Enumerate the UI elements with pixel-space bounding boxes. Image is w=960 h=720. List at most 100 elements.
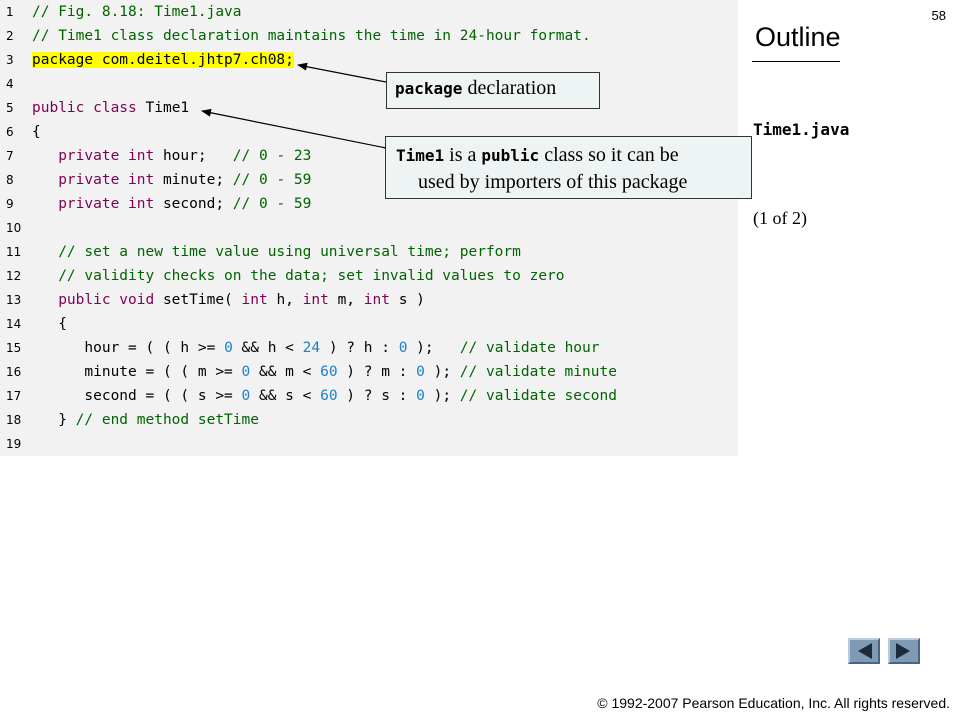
callout-text-1: is a (444, 144, 482, 166)
code-line: 1 // Fig. 8.18: Time1.java (0, 0, 738, 24)
code-panel: 1 // Fig. 8.18: Time1.java 2 // Time1 class… (0, 0, 738, 456)
outline-title: Outline (755, 22, 841, 52)
line-number: 6 (6, 125, 14, 139)
part-indicator: (1 of 2) (753, 208, 807, 228)
file-name-label: Time1.java (753, 120, 850, 139)
code-token: // 0 - 23 (232, 148, 312, 164)
line-number: 1 (6, 5, 14, 19)
line-number: 2 (6, 29, 14, 43)
code-token: setTime( (162, 292, 242, 308)
line-number: 13 (6, 293, 22, 307)
code-token: second; (162, 196, 233, 212)
code-token: { (32, 316, 67, 332)
callout-class-name: Time1 (396, 146, 445, 165)
line-number: 7 (6, 149, 14, 163)
line-number: 8 (6, 173, 14, 187)
code-token: ) ? s : (337, 388, 417, 404)
code-token: h, (276, 292, 303, 308)
line-number: 18 (6, 413, 22, 427)
callout-text-2: class so it can be (539, 144, 679, 166)
code-line: 17 second = ( ( s >= 0 && s < 60 ) ? s :… (0, 384, 738, 408)
code-source: private int second; // 0 - 59 (32, 192, 311, 216)
code-token: s ) (398, 292, 425, 308)
code-source: public class Time1 (32, 96, 189, 120)
code-source: } // end method setTime (32, 408, 259, 432)
code-token: { (32, 124, 41, 140)
code-token: // validity checks on the data; set inva… (32, 268, 565, 284)
code-source: second = ( ( s >= 0 && s < 60 ) ? s : 0 … (32, 384, 617, 408)
line-number: 11 (6, 245, 22, 259)
code-source: // Fig. 8.18: Time1.java (32, 0, 242, 24)
code-token: 24 (302, 340, 321, 356)
page-number: 58 (931, 8, 946, 23)
code-token: Time1 (145, 100, 190, 116)
code-token: int (241, 292, 277, 308)
code-line: 16 minute = ( ( m >= 0 && m < 60 ) ? m :… (0, 360, 738, 384)
code-token: // 0 - 59 (232, 172, 312, 188)
code-token: private int (32, 196, 163, 212)
code-token: 0 (224, 340, 233, 356)
code-token: // Fig. 8.18: Time1.java (32, 4, 242, 20)
code-token: } (32, 412, 76, 428)
code-line: 10 (0, 216, 738, 240)
code-token: minute; (162, 172, 233, 188)
outline-underline (752, 61, 840, 62)
callout-package-declaration: package declaration (386, 72, 600, 109)
code-token: int (302, 292, 338, 308)
code-token: private int (32, 148, 163, 164)
code-line: 13 public void setTime( int h, int m, in… (0, 288, 738, 312)
callout-public-keyword: public (481, 146, 540, 165)
next-slide-button[interactable] (888, 638, 920, 664)
line-number: 9 (6, 197, 14, 211)
line-number: 14 (6, 317, 22, 331)
code-line: 19 (0, 432, 738, 456)
code-source: // set a new time value using universal … (32, 240, 521, 264)
copyright-footer: © 1992-2007 Pearson Education, Inc. All … (597, 695, 950, 711)
line-number: 3 (6, 53, 14, 67)
code-token: public class (32, 100, 146, 116)
code-token: package com.deitel.jhtp7.ch08; (32, 52, 294, 68)
code-line: 2 // Time1 class declaration maintains th… (0, 24, 738, 48)
code-token: ) ? m : (337, 364, 417, 380)
code-token: && m < (250, 364, 321, 380)
code-token: // validate hour (459, 340, 600, 356)
line-number: 19 (6, 437, 22, 451)
code-source: public void setTime( int h, int m, int s… (32, 288, 425, 312)
line-number: 10 (6, 221, 22, 235)
code-token: minute = ( ( m >= (32, 364, 242, 380)
code-token: && h < (232, 340, 303, 356)
previous-slide-button[interactable] (848, 638, 880, 664)
line-number: 12 (6, 269, 22, 283)
code-line: 5 public class Time1 (0, 96, 738, 120)
triangle-left-icon (858, 643, 872, 659)
line-number: 17 (6, 389, 22, 403)
code-source: package com.deitel.jhtp7.ch08; (32, 48, 294, 72)
code-token: // validate minute (459, 364, 617, 380)
code-token: && s < (250, 388, 321, 404)
callout-public-class-line1: Time1 is a public class so it can be (396, 142, 741, 169)
line-number: 15 (6, 341, 22, 355)
code-token: 0 (241, 364, 251, 380)
code-source: // Time1 class declaration maintains the… (32, 24, 591, 48)
code-line: 4 (0, 72, 738, 96)
code-token: 0 (416, 364, 425, 380)
code-source: private int hour; // 0 - 23 (32, 144, 311, 168)
code-token: // set a new time value using universal … (32, 244, 521, 260)
callout-public-class-line2: used by importers of this package (418, 171, 688, 193)
code-line: 11 // set a new time value using univers… (0, 240, 738, 264)
code-token: // validate second (459, 388, 617, 404)
code-token: private int (32, 172, 163, 188)
code-source: minute = ( ( m >= 0 && m < 60 ) ? m : 0 … (32, 360, 617, 384)
code-source: private int minute; // 0 - 59 (32, 168, 311, 192)
triangle-right-icon (896, 643, 910, 659)
code-token: // Time1 class declaration maintains the… (32, 28, 591, 44)
code-line: 3 package com.deitel.jhtp7.ch08; (0, 48, 738, 72)
code-token: int (363, 292, 399, 308)
code-token: 0 (241, 388, 251, 404)
code-token: 60 (320, 364, 338, 380)
code-token: ); (424, 388, 460, 404)
code-token: ); (424, 364, 460, 380)
code-source: { (32, 120, 41, 144)
code-token: // 0 - 59 (232, 196, 312, 212)
code-source: // validity checks on the data; set inva… (32, 264, 565, 288)
